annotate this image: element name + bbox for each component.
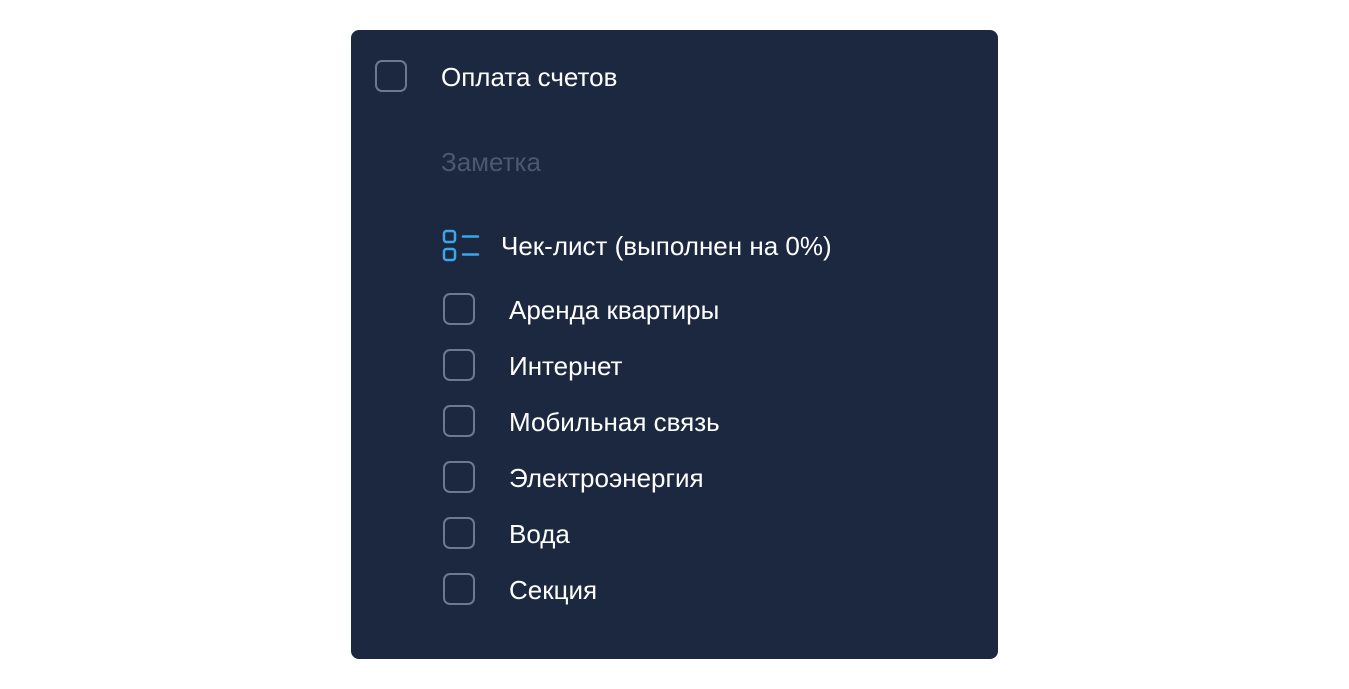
checklist-item-label-electricity[interactable]: Электроэнергия (509, 461, 704, 495)
checklist-item-label-water[interactable]: Вода (509, 517, 570, 551)
checklist-item-checkbox-electricity[interactable] (443, 461, 475, 493)
checklist-item-label-section[interactable]: Секция (509, 573, 597, 607)
task-card: Оплата счетов Чек-лист (выполнен на 0%) … (351, 30, 998, 659)
checklist-item-label-rent[interactable]: Аренда квартиры (509, 293, 719, 327)
checklist-icon (442, 229, 480, 262)
checklist-item-checkbox-section[interactable] (443, 573, 475, 605)
note-input[interactable] (441, 145, 841, 179)
checklist-item-checkbox-internet[interactable] (443, 349, 475, 381)
checklist-item-checkbox-rent[interactable] (443, 293, 475, 325)
checklist-item-checkbox-water[interactable] (443, 517, 475, 549)
task-title[interactable]: Оплата счетов (441, 60, 617, 94)
checklist-item-checkbox-mobile[interactable] (443, 405, 475, 437)
task-checkbox[interactable] (375, 60, 407, 92)
checklist-item-label-internet[interactable]: Интернет (509, 349, 622, 383)
checklist-header: Чек-лист (выполнен на 0%) (501, 231, 832, 261)
checklist-item-label-mobile[interactable]: Мобильная связь (509, 405, 720, 439)
